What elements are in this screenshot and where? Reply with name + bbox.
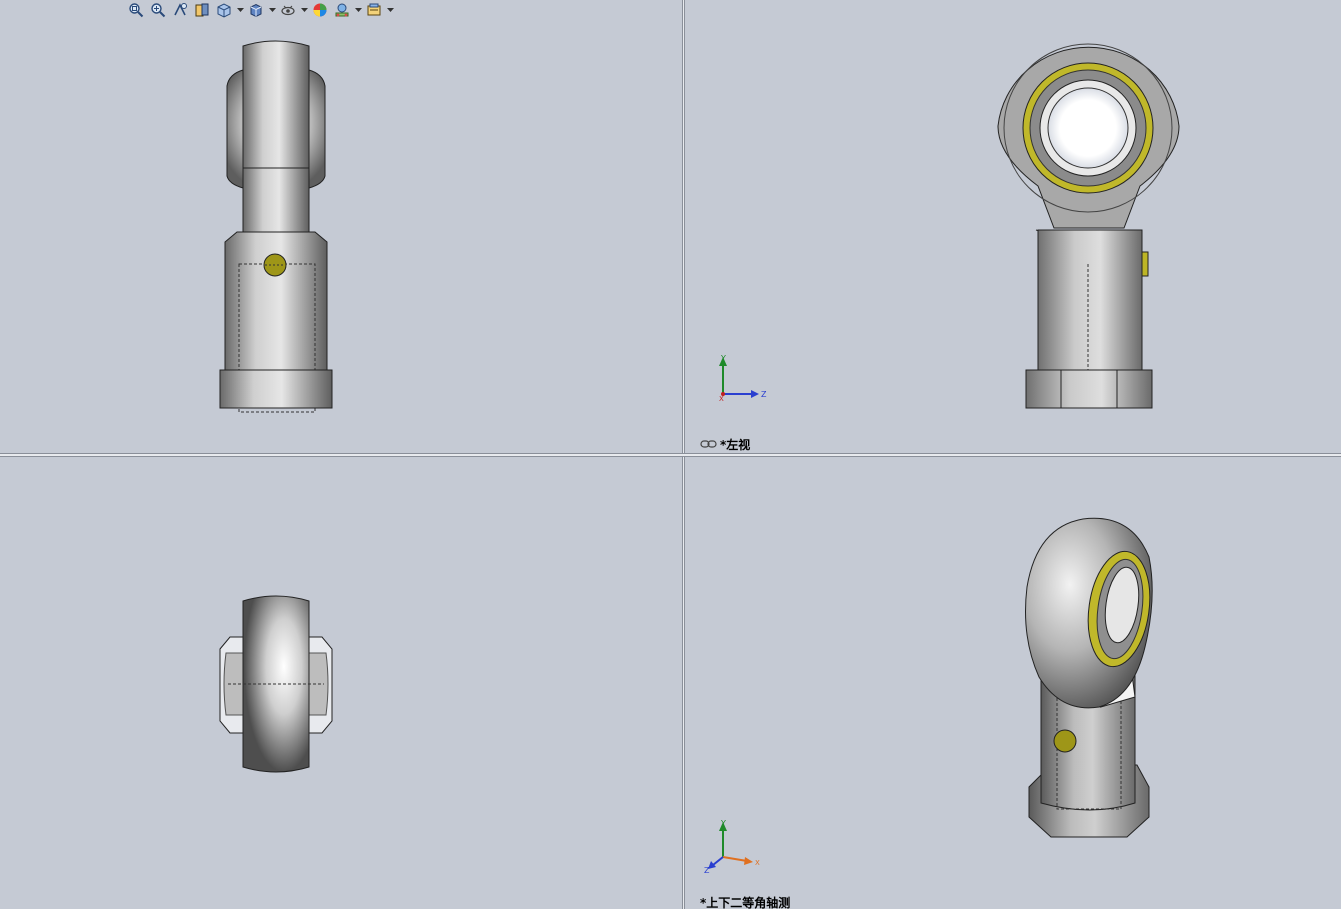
hide-show-items-icon[interactable]	[278, 0, 298, 20]
viewport-left[interactable]: Y Z X *左视	[685, 0, 1341, 453]
triad-y-label: Y	[720, 819, 726, 828]
rod-end-left-view[interactable]	[996, 36, 1182, 414]
rod-end-front-view[interactable]	[215, 36, 337, 414]
triad-x-label: X	[719, 395, 724, 403]
view-name-text: *上下二等角轴测	[700, 896, 791, 909]
rod-end-dimetric-view[interactable]	[1021, 517, 1157, 871]
viewport-dimetric[interactable]: Y X Z *上下二等角轴测	[685, 457, 1341, 909]
view-name-text: *左视	[720, 438, 751, 452]
apply-scene-icon[interactable]	[332, 0, 352, 20]
viewport-top[interactable]	[0, 457, 682, 909]
viewport-front[interactable]	[0, 0, 682, 453]
triad-z-label: Z	[761, 390, 767, 399]
rod-end-top-view[interactable]	[218, 593, 334, 775]
triad-y-label: Y	[720, 354, 726, 363]
display-style-icon[interactable]	[246, 0, 266, 20]
previous-view-icon[interactable]	[170, 0, 190, 20]
display-style-dropdown[interactable]	[268, 0, 276, 20]
heads-up-view-toolbar	[126, 0, 394, 20]
coordinate-triad: Y X Z	[703, 817, 763, 875]
triad-x-label: X	[755, 859, 760, 867]
view-settings-icon[interactable]	[364, 0, 384, 20]
coordinate-triad: Y Z X	[713, 352, 773, 404]
view-name-label: *左视	[700, 436, 750, 453]
view-orientation-dropdown[interactable]	[236, 0, 244, 20]
section-view-icon[interactable]	[192, 0, 212, 20]
apply-scene-dropdown[interactable]	[354, 0, 362, 20]
zoom-to-fit-icon[interactable]	[126, 0, 146, 20]
view-name-label: *上下二等角轴测	[700, 894, 790, 909]
hide-show-items-dropdown[interactable]	[300, 0, 308, 20]
view-settings-dropdown[interactable]	[386, 0, 394, 20]
edit-appearance-icon[interactable]	[310, 0, 330, 20]
zoom-to-area-icon[interactable]	[148, 0, 168, 20]
view-orientation-icon[interactable]	[214, 0, 234, 20]
triad-z-label: Z	[704, 866, 710, 875]
link-view-icon[interactable]	[700, 438, 717, 452]
